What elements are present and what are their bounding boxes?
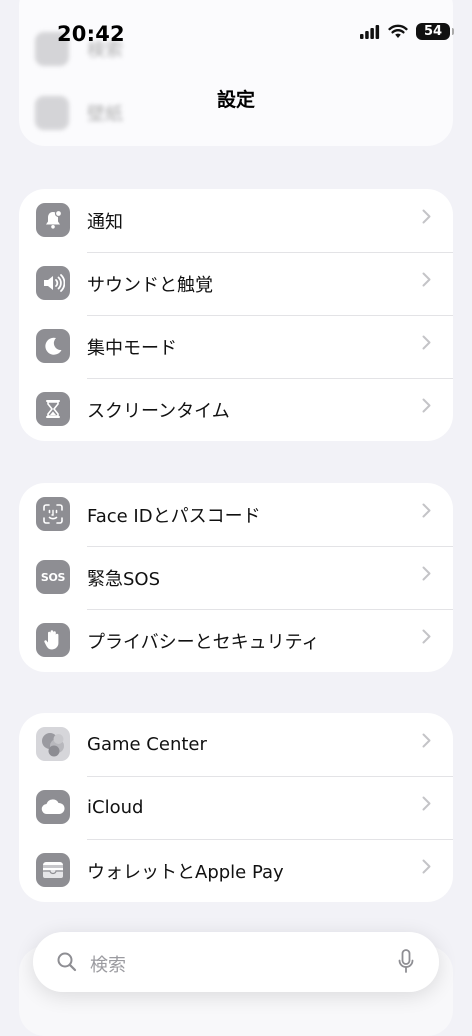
settings-row-label: ウォレットとApple Pay xyxy=(87,861,284,883)
settings-row-wallet[interactable]: ウォレットとApple Pay xyxy=(19,839,453,902)
settings-row-game-center[interactable]: Game Center xyxy=(19,713,453,776)
status-bar: 20:42 54 xyxy=(0,0,472,70)
magnifier-icon xyxy=(57,952,77,972)
chevron-right-icon xyxy=(422,859,431,874)
chevron-right-icon xyxy=(422,796,431,811)
search-bar[interactable]: 検索 xyxy=(33,932,439,992)
settings-row-label: 通知 xyxy=(87,211,123,233)
wifi-icon xyxy=(388,24,408,38)
chevron-right-icon xyxy=(422,733,431,748)
hourglass-icon xyxy=(36,392,70,426)
settings-row-face-id[interactable]: Face IDとパスコード xyxy=(19,483,453,546)
page-title: 設定 xyxy=(216,89,255,111)
cellular-signal-icon xyxy=(360,24,380,39)
search-placeholder: 検索 xyxy=(90,955,126,976)
chevron-right-icon xyxy=(422,209,431,224)
game-center-icon xyxy=(36,727,70,761)
status-icons: 54 xyxy=(360,23,454,40)
settings-row-emergency-sos[interactable]: SOS 緊急SOS xyxy=(19,546,453,609)
settings-row-label: 集中モード xyxy=(87,337,177,359)
chevron-right-icon xyxy=(422,566,431,581)
face-id-icon xyxy=(36,497,70,531)
moon-icon xyxy=(36,329,70,363)
settings-row-label: サウンドと触覚 xyxy=(87,274,213,296)
battery-indicator: 54 xyxy=(416,23,454,40)
settings-row-icloud[interactable]: iCloud xyxy=(19,776,453,839)
chevron-right-icon xyxy=(422,398,431,413)
chevron-right-icon xyxy=(422,335,431,350)
wallet-icon xyxy=(36,853,70,887)
settings-row-label: Face IDとパスコード xyxy=(87,505,261,527)
settings-row-privacy[interactable]: プライバシーとセキュリティ xyxy=(19,609,453,672)
microphone-icon[interactable] xyxy=(398,949,414,975)
settings-row-label: 緊急SOS xyxy=(87,568,161,590)
sos-icon-text: SOS xyxy=(40,570,66,584)
settings-row-label: Game Center xyxy=(87,734,207,755)
settings-row-label: プライバシーとセキュリティ xyxy=(87,631,320,653)
settings-row-screen-time[interactable]: スクリーンタイム xyxy=(19,378,453,441)
chevron-right-icon xyxy=(422,272,431,287)
sos-icon: SOS xyxy=(36,560,70,594)
cloud-icon xyxy=(36,790,70,824)
settings-row-notifications[interactable]: 通知 xyxy=(19,189,453,252)
bell-icon xyxy=(36,203,70,237)
settings-group-notifications: 通知 サウンドと触覚 集中モード スクリーンタイム xyxy=(19,189,453,441)
hand-icon xyxy=(36,623,70,657)
settings-row-label: iCloud xyxy=(87,797,144,818)
settings-row-sounds[interactable]: サウンドと触覚 xyxy=(19,252,453,315)
settings-group-services: Game Center iCloud ウォレットとApple Pay xyxy=(19,713,453,902)
settings-row-label: スクリーンタイム xyxy=(87,400,230,422)
chevron-right-icon xyxy=(422,629,431,644)
chevron-right-icon xyxy=(422,503,431,518)
settings-group-security: Face IDとパスコード SOS 緊急SOS プライバシーとセキュリティ xyxy=(19,483,453,672)
speaker-icon xyxy=(36,266,70,300)
status-time: 20:42 xyxy=(57,22,125,46)
settings-row-focus[interactable]: 集中モード xyxy=(19,315,453,378)
